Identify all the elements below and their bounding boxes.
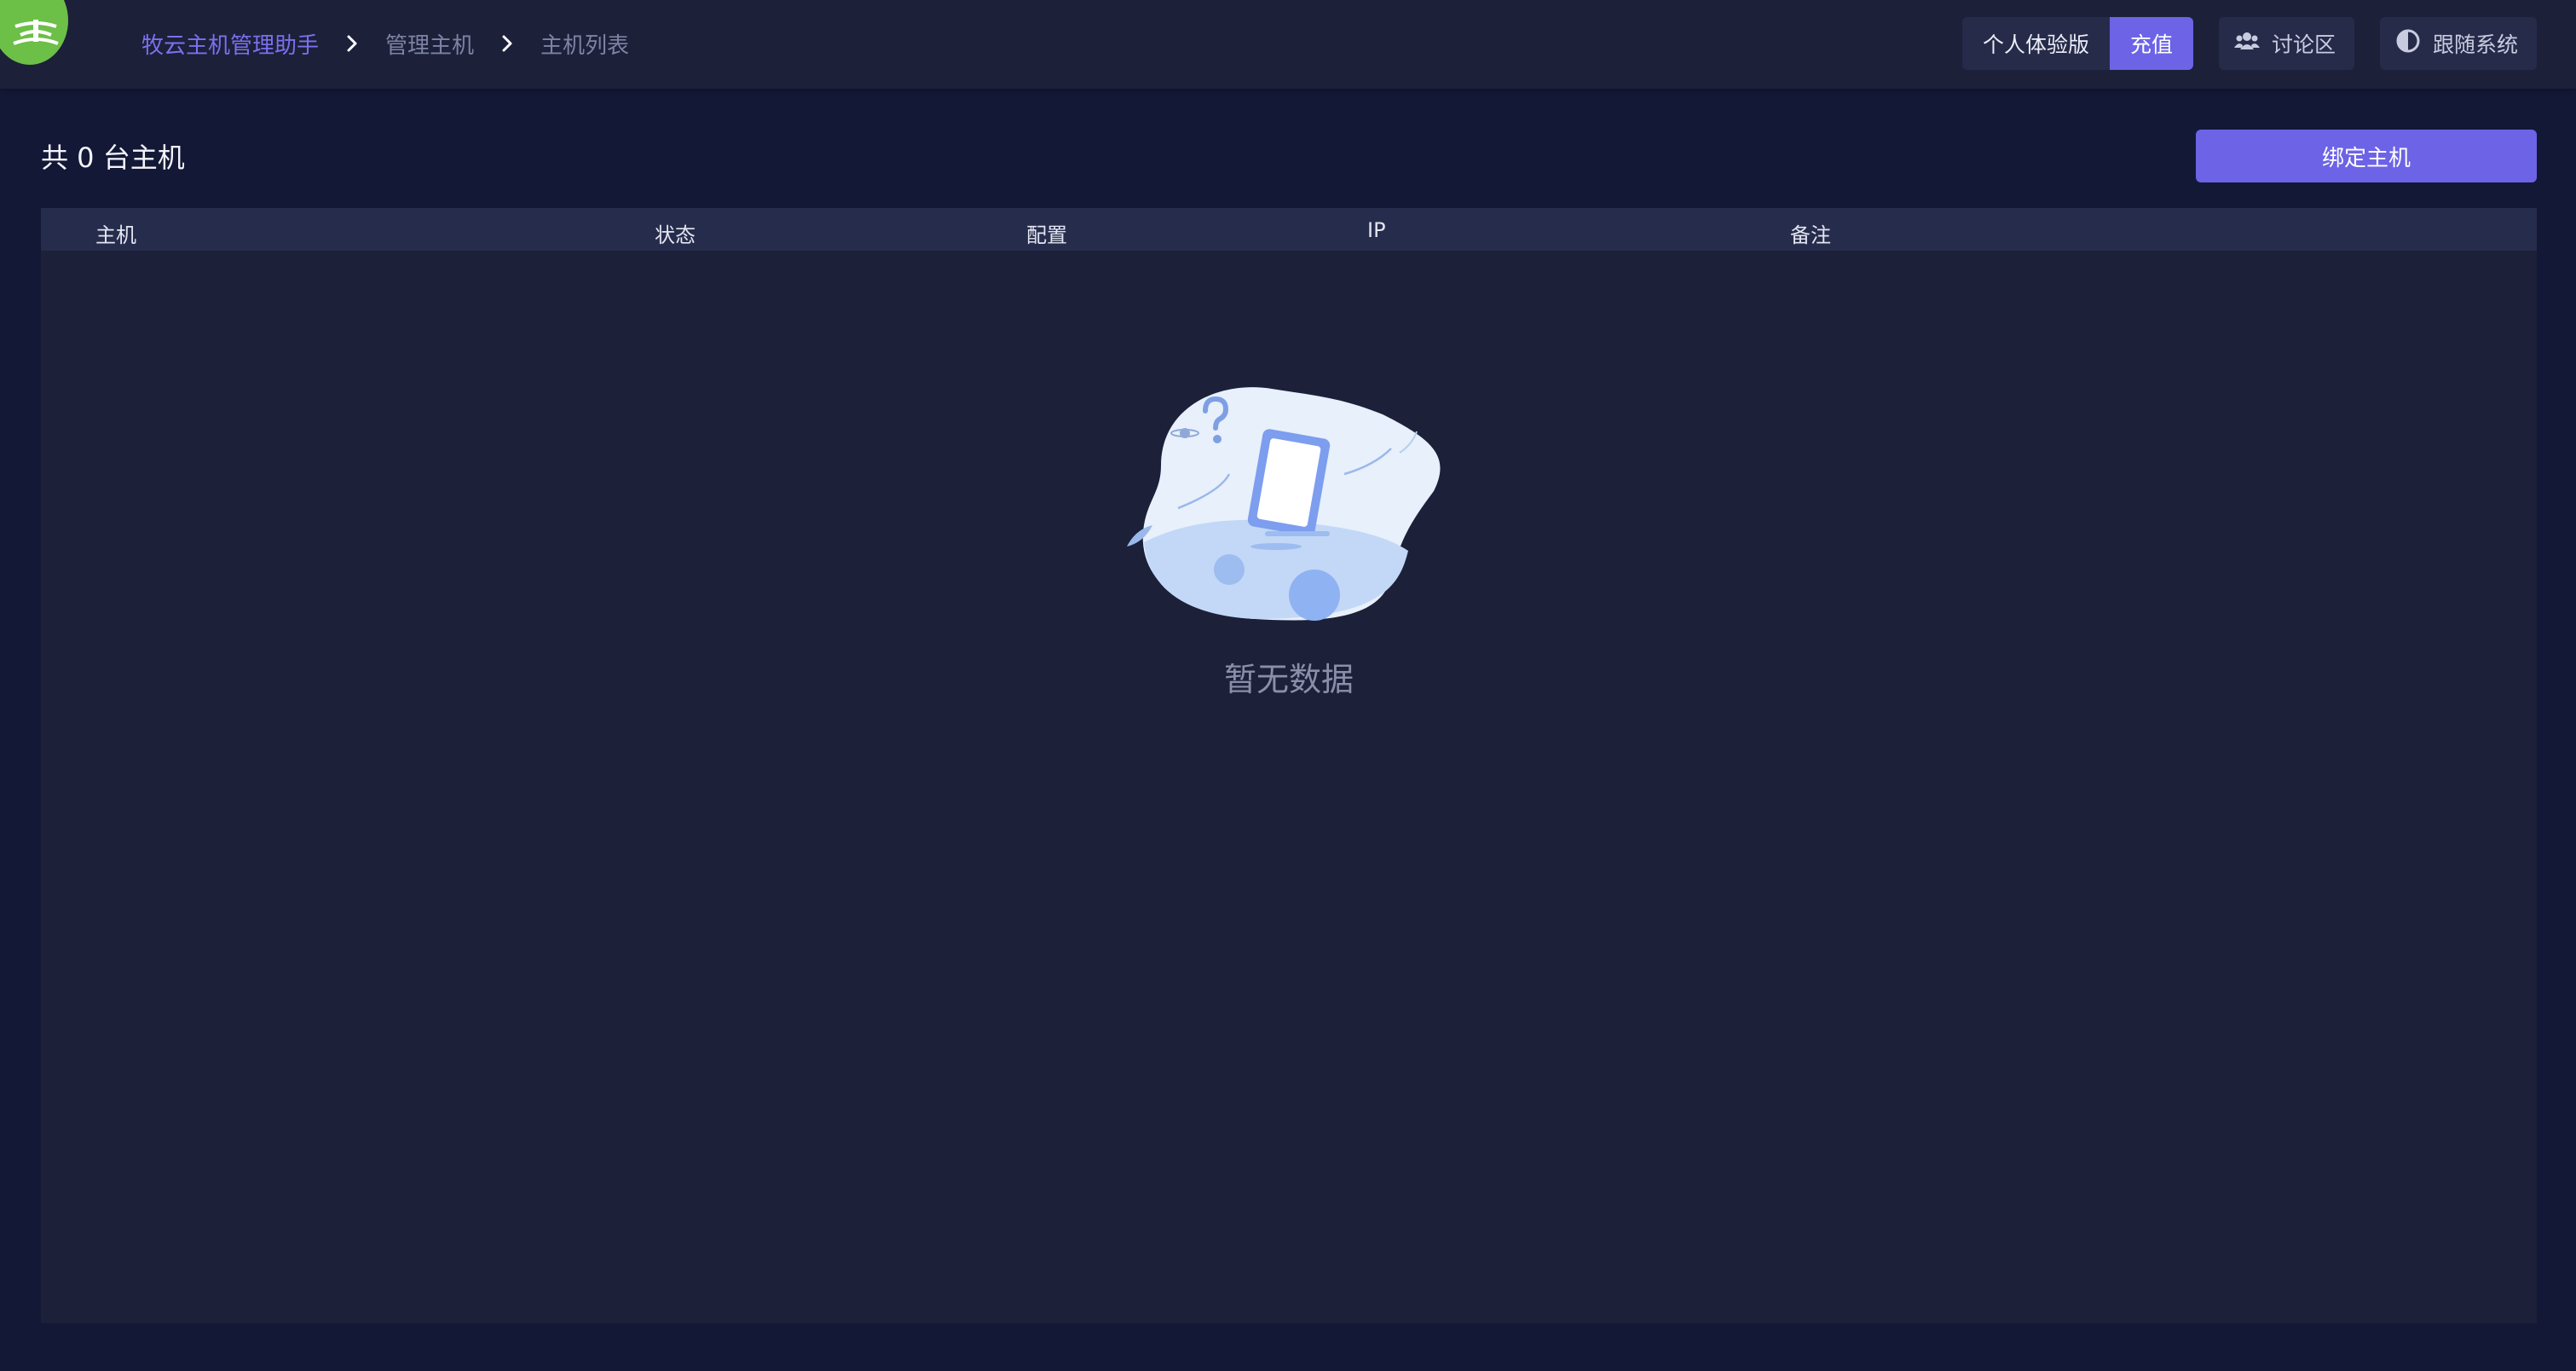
table-header: 主机 状态 配置 IP 备注 — [41, 208, 2537, 251]
column-header-ip[interactable]: IP — [1367, 218, 1386, 242]
plan-group: 个人体验版 充值 — [1961, 17, 2193, 70]
breadcrumb: 牧云主机管理助手 管理主机 主机列表 — [142, 26, 629, 61]
empty-text: 暂无数据 — [1223, 661, 1354, 698]
host-table: 主机 状态 配置 IP 备注 暂无数据 — [41, 208, 2537, 1323]
column-header-host[interactable]: 主机 — [95, 218, 136, 248]
breadcrumb-item-host-list: 主机列表 — [540, 32, 630, 59]
theme-label: 跟随系统 — [2432, 32, 2518, 57]
header-actions: 个人体验版 充值 讨论区 跟随系统 — [1961, 17, 2537, 70]
half-circle-theme-icon — [2395, 28, 2421, 59]
users-icon — [2233, 31, 2260, 56]
column-header-status[interactable]: 状态 — [655, 218, 696, 248]
column-header-remark[interactable]: 备注 — [1790, 218, 1831, 248]
breadcrumb-item-home[interactable]: 牧云主机管理助手 — [142, 28, 319, 60]
column-header-config[interactable]: 配置 — [1026, 218, 1067, 248]
theme-toggle-button[interactable]: 跟随系统 — [2379, 17, 2537, 70]
forum-label: 讨论区 — [2271, 32, 2336, 57]
empty-illustration — [1127, 372, 1451, 631]
logo-icon[interactable] — [0, 0, 68, 65]
empty-state: 暂无数据 — [41, 251, 2537, 700]
recharge-button[interactable]: 充值 — [2109, 17, 2193, 70]
top-header: 牧云主机管理助手 管理主机 主机列表 个人体验版 充值 讨论区 跟随系统 — [0, 0, 2576, 89]
chevron-right-icon — [319, 34, 385, 53]
host-count-title: 共 0 台主机 — [41, 142, 185, 174]
chevron-right-icon — [474, 34, 540, 53]
forum-button[interactable]: 讨论区 — [2218, 17, 2354, 70]
plan-badge: 个人体验版 — [1961, 17, 2110, 70]
bind-host-button[interactable]: 绑定主机 — [2196, 130, 2537, 182]
breadcrumb-item-manage-hosts[interactable]: 管理主机 — [385, 28, 474, 60]
